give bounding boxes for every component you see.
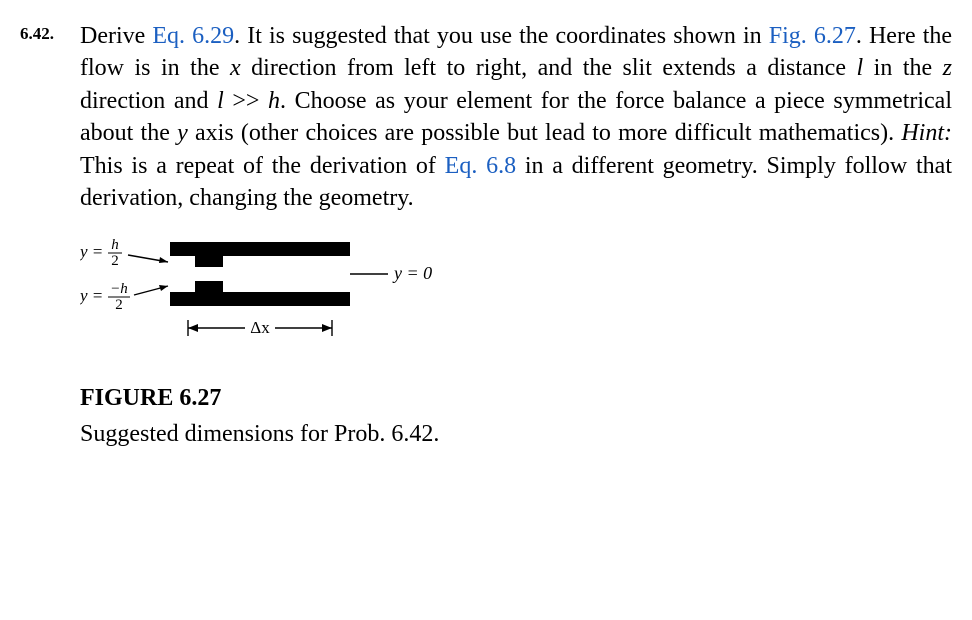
figure-reference-link[interactable]: Fig. 6.27 [769,23,856,49]
figure-diagram: y = h 2 y = −h 2 [80,232,952,371]
hint-label: Hint: [901,120,952,146]
variable-z: z [943,55,952,81]
text: . It is suggested that you use the coord… [234,23,769,49]
figure-caption-title: FIGURE 6.27 [80,382,952,414]
svg-text:y =: y = [80,242,103,261]
svg-text:h: h [111,237,119,253]
dimension-dx: Δx [188,318,332,337]
top-plate [170,242,350,267]
label-y-zero: y = 0 [392,263,432,283]
problem-block: 6.42. Derive Eq. 6.29. It is suggested t… [20,20,952,451]
text: >> [224,88,268,114]
variable-h: h [268,88,280,114]
problem-text: Derive Eq. 6.29. It is suggested that yo… [80,20,952,451]
label-y-top: y = h 2 [80,237,122,269]
bottom-plate [170,281,350,306]
equation-reference-link[interactable]: Eq. 6.8 [445,153,516,179]
variable-y: y [177,120,188,146]
figure-caption-body: Suggested dimensions for Prob. 6.42. [80,418,952,450]
label-y-bot: y = −h 2 [80,281,130,313]
arrow-bot-label [134,285,168,295]
equation-reference-link[interactable]: Eq. 6.29 [152,23,234,49]
svg-text:Δx: Δx [250,318,270,337]
svg-text:y =: y = [80,286,103,305]
text: Derive [80,23,152,49]
svg-text:−h: −h [110,281,128,297]
text: direction from left to right, and the sl… [241,55,857,81]
variable-l: l [217,88,224,114]
problem-number: 6.42. [20,20,80,44]
svg-text:2: 2 [111,253,119,269]
svg-text:2: 2 [115,297,123,313]
figure-block: y = h 2 y = −h 2 [80,232,952,450]
variable-x: x [230,55,241,81]
text: direction and [80,88,217,114]
text: axis (other choices are possible but lea… [188,120,902,146]
text: This is a repeat of the derivation of [80,153,445,179]
text: in the [863,55,943,81]
arrow-top-label [128,255,168,263]
slit-flow-diagram-icon: y = h 2 y = −h 2 [80,232,500,362]
